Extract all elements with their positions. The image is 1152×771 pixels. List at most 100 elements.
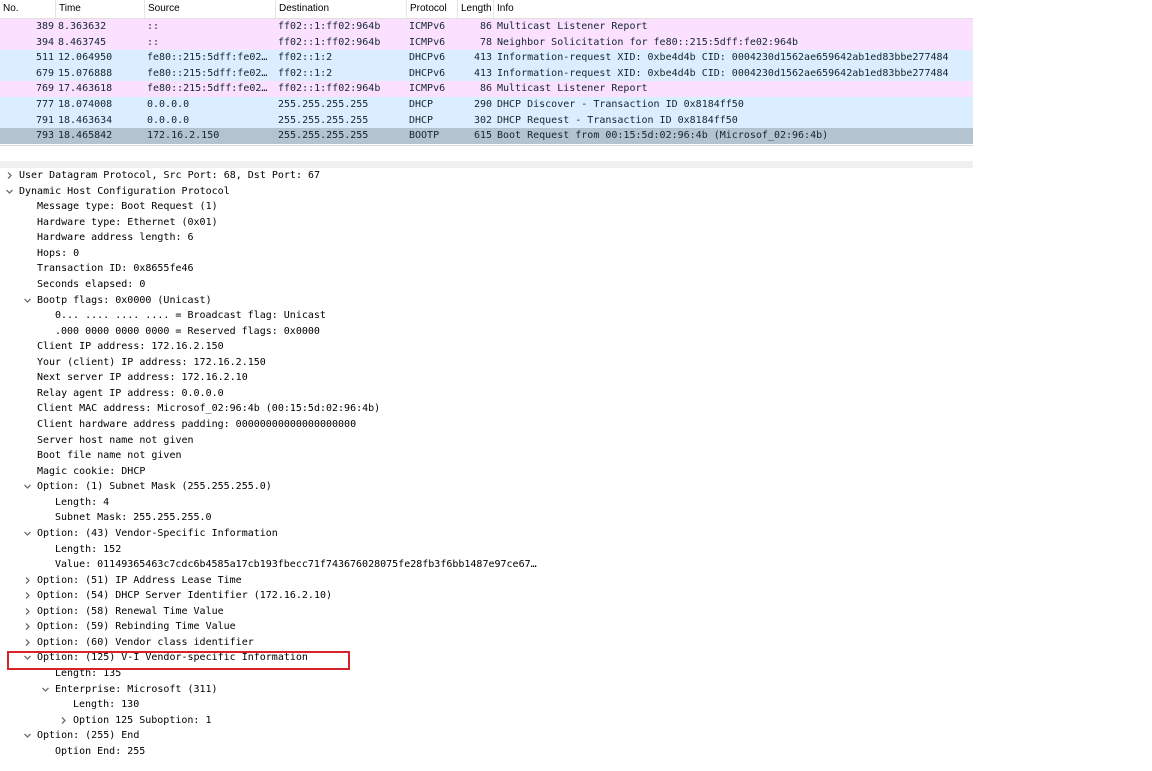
chevron-down-icon[interactable]: [23, 731, 32, 740]
packet-list[interactable]: No. Time Source Destination Protocol Len…: [0, 0, 973, 146]
chevron-right-icon[interactable]: [23, 607, 32, 616]
tree-item[interactable]: 0... .... .... .... = Broadcast flag: Un…: [0, 308, 973, 324]
column-header-length[interactable]: Length: [458, 0, 494, 18]
packet-number: 791: [35, 114, 54, 126]
packet-protocol: BOOTP: [409, 130, 440, 142]
chevron-down-icon[interactable]: [41, 685, 50, 694]
chevron-right-icon[interactable]: [59, 716, 68, 725]
chevron-right-icon[interactable]: [5, 171, 14, 180]
chevron-right-icon[interactable]: [23, 576, 32, 585]
packet-destination: ff02::1:2: [278, 67, 333, 79]
tree-item[interactable]: Value: 01149365463c7cdc6b4585a17cb193fbe…: [0, 557, 973, 573]
packet-destination: ff02::1:2: [278, 52, 333, 64]
tree-item-label: Option 125 Suboption: 1: [73, 714, 212, 726]
tree-item-label: Option: (54) DHCP Server Identifier (172…: [37, 590, 333, 602]
chevron-down-icon[interactable]: [23, 482, 32, 491]
packet-row[interactable]: 679 15.076888 fe80::215:5dff:fe02… ff02::1:…: [0, 65, 973, 82]
packet-length: 302: [473, 114, 492, 126]
packet-row[interactable]: 394 8.463745:: ff02::1:ff02:964b ICMPv6 78 Ne…: [0, 34, 973, 51]
tree-item-label: Client MAC address: Microsof_02:96:4b (0…: [37, 403, 381, 415]
column-header-time[interactable]: Time: [56, 0, 145, 18]
packet-protocol: DHCP: [409, 98, 434, 110]
tree-item[interactable]: Subnet Mask: 255.255.255.0: [0, 510, 973, 526]
packet-row[interactable]: 777 18.074008 0.0.0.0 255.255.255.255 DHCP 29…: [0, 96, 973, 113]
tree-item[interactable]: Option: (59) Rebinding Time Value: [0, 619, 973, 635]
tree-item[interactable]: Option: (51) IP Address Lease Time: [0, 573, 973, 589]
packet-details-pane[interactable]: User Datagram Protocol, Src Port: 68, Ds…: [0, 168, 973, 771]
chevron-down-icon[interactable]: [23, 529, 32, 538]
tree-item[interactable]: Length: 4: [0, 495, 973, 511]
tree-item-label: User Datagram Protocol, Src Port: 68, Ds…: [19, 170, 321, 181]
tree-item[interactable]: Hardware type: Ethernet (0x01): [0, 215, 973, 231]
column-header-source[interactable]: Source: [145, 0, 276, 18]
tree-item[interactable]: Length: 130: [0, 697, 973, 713]
tree-item[interactable]: Client hardware address padding: 0000000…: [0, 417, 973, 433]
packet-source: ::: [147, 36, 160, 48]
tree-item[interactable]: Option: (255) End: [0, 728, 973, 744]
tree-item[interactable]: Option: (1) Subnet Mask (255.255.255.0): [0, 479, 973, 495]
tree-item-label: Boot file name not given: [37, 450, 182, 462]
tree-item[interactable]: Message type: Boot Request (1): [0, 199, 973, 215]
tree-item-label: Subnet Mask: 255.255.255.0: [55, 512, 212, 524]
tree-item[interactable]: Next server IP address: 172.16.2.10: [0, 370, 973, 386]
packet-destination: ff02::1:ff02:964b: [278, 21, 381, 32]
tree-item[interactable]: Client MAC address: Microsof_02:96:4b (0…: [0, 401, 973, 417]
chevron-right-icon[interactable]: [23, 638, 32, 647]
packet-info: Multicast Listener Report: [497, 21, 648, 32]
tree-item[interactable]: .000 0000 0000 0000 = Reserved flags: 0x…: [0, 324, 973, 340]
tree-item-label: Option: (59) Rebinding Time Value: [37, 621, 236, 633]
packet-protocol: ICMPv6: [409, 36, 446, 48]
tree-item-label: Client IP address: 172.16.2.150: [37, 341, 224, 353]
tree-item[interactable]: Magic cookie: DHCP: [0, 464, 973, 480]
packet-row[interactable]: 791 18.463634 0.0.0.0 255.255.255.255 DHCP 30…: [0, 112, 973, 129]
tree-item[interactable]: Relay agent IP address: 0.0.0.0: [0, 386, 973, 402]
tree-item[interactable]: Client IP address: 172.16.2.150: [0, 339, 973, 355]
tree-item[interactable]: Enterprise: Microsoft (311): [0, 682, 973, 698]
tree-item-label: Option: (58) Renewal Time Value: [37, 605, 224, 617]
tree-item[interactable]: Option 125 Suboption: 1: [0, 713, 973, 729]
tree-item-label: Option: (60) Vendor class identifier: [37, 636, 254, 648]
packet-row[interactable]: 389 8.363632:: ff02::1:ff02:964b ICMPv6 86 Mu…: [0, 19, 973, 35]
packet-number: 511: [35, 52, 54, 64]
packet-number: 394: [35, 36, 54, 48]
tree-item[interactable]: Option: (58) Renewal Time Value: [0, 604, 973, 620]
tree-item[interactable]: Length: 152: [0, 542, 973, 558]
tree-item[interactable]: Option: (60) Vendor class identifier: [0, 635, 973, 651]
packet-destination: 255.255.255.255: [278, 130, 369, 142]
packet-length: 86: [479, 21, 492, 32]
packet-row[interactable]: 769 17.463618 fe80::215:5dff:fe02… ff02::1:…: [0, 81, 973, 97]
packet-row[interactable]: 793 18.465842 172.16.2.150 255.255.255.255 B…: [0, 128, 973, 144]
packet-source: 172.16.2.150: [147, 130, 220, 142]
packet-time: 18.465842: [58, 130, 113, 142]
chevron-down-icon[interactable]: [5, 187, 14, 196]
column-header-no[interactable]: No.: [0, 0, 56, 18]
column-header-destination[interactable]: Destination: [276, 0, 407, 18]
packet-number: 679: [35, 67, 54, 79]
tree-item[interactable]: Your (client) IP address: 172.16.2.150: [0, 355, 973, 371]
tree-item[interactable]: Option End: 255: [0, 744, 973, 760]
packet-list-header: No. Time Source Destination Protocol Len…: [0, 0, 973, 19]
column-header-protocol[interactable]: Protocol: [407, 0, 458, 18]
packet-row[interactable]: 511 12.064950 fe80::215:5dff:fe02… ff02::1:…: [0, 50, 973, 66]
tree-item-label: Your (client) IP address: 172.16.2.150: [37, 356, 266, 368]
chevron-right-icon[interactable]: [23, 591, 32, 600]
tree-item[interactable]: Option: (54) DHCP Server Identifier (172…: [0, 588, 973, 604]
tree-item[interactable]: User Datagram Protocol, Src Port: 68, Ds…: [0, 168, 973, 184]
tree-item[interactable]: Hardware address length: 6: [0, 230, 973, 246]
tree-item[interactable]: Option: (43) Vendor-Specific Information: [0, 526, 973, 542]
packet-info: Information-request XID: 0xbe4d4b CID: 0…: [497, 67, 949, 79]
tree-item[interactable]: Boot file name not given: [0, 448, 973, 464]
packet-time: 15.076888: [58, 67, 113, 79]
tree-item-label: Value: 01149365463c7cdc6b4585a17cb193fbe…: [55, 559, 537, 571]
chevron-down-icon[interactable]: [23, 296, 32, 305]
tree-item[interactable]: Dynamic Host Configuration Protocol: [0, 184, 973, 200]
tree-item[interactable]: Seconds elapsed: 0: [0, 277, 973, 293]
tree-item-label: Option: (255) End: [37, 730, 140, 742]
tree-item[interactable]: Bootp flags: 0x0000 (Unicast): [0, 293, 973, 309]
column-header-info[interactable]: Info: [494, 0, 973, 18]
tree-item[interactable]: Transaction ID: 0x8655fe46: [0, 261, 973, 277]
chevron-right-icon[interactable]: [23, 622, 32, 631]
tree-item[interactable]: Hops: 0: [0, 246, 973, 262]
tree-item-label: Hops: 0: [37, 247, 80, 259]
tree-item[interactable]: Server host name not given: [0, 433, 973, 449]
